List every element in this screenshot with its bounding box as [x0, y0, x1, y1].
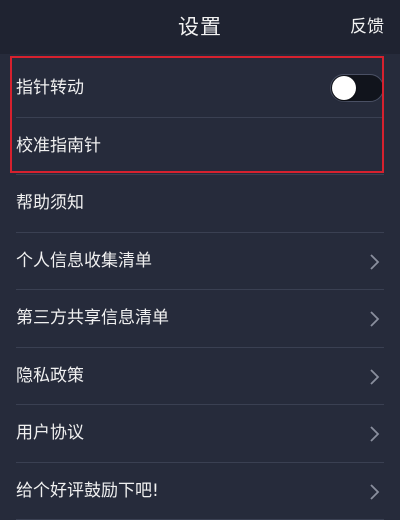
- header-bar: 设置 反馈: [0, 0, 400, 54]
- page-title: 设置: [178, 15, 222, 39]
- setting-privacy-policy[interactable]: 隐私政策: [16, 348, 384, 405]
- setting-label: 指针转动: [16, 78, 84, 98]
- toggle-knob: [332, 76, 356, 100]
- setting-label: 给个好评鼓励下吧!: [16, 480, 159, 501]
- chevron-right-icon: [368, 483, 380, 500]
- setting-user-agreement[interactable]: 用户协议: [16, 405, 384, 463]
- setting-help-notes[interactable]: 帮助须知: [16, 175, 384, 233]
- setting-label: 隐私政策: [16, 365, 84, 386]
- chevron-right-icon: [368, 253, 380, 270]
- feedback-button[interactable]: 反馈: [350, 0, 384, 54]
- settings-list: 指针转动 校准指南针 帮助须知 个人信息收集清单 第三方共享信息清单 隐私政策 …: [0, 60, 400, 520]
- setting-label: 帮助须知: [16, 193, 84, 213]
- setting-label: 第三方共享信息清单: [16, 308, 169, 328]
- chevron-right-icon: [368, 368, 380, 385]
- setting-label: 个人信息收集清单: [16, 250, 152, 271]
- setting-rate-us[interactable]: 给个好评鼓励下吧!: [16, 463, 384, 520]
- setting-calibrate-compass[interactable]: 校准指南针: [16, 118, 384, 175]
- setting-pointer-rotation: 指针转动: [16, 60, 384, 118]
- setting-third-party-sharing-list[interactable]: 第三方共享信息清单: [16, 290, 384, 348]
- setting-label: 校准指南针: [16, 135, 101, 156]
- setting-personal-info-list[interactable]: 个人信息收集清单: [16, 233, 384, 290]
- pointer-rotation-toggle[interactable]: [330, 74, 384, 102]
- chevron-right-icon: [368, 426, 380, 442]
- chevron-right-icon: [368, 311, 380, 327]
- setting-label: 用户协议: [16, 423, 84, 443]
